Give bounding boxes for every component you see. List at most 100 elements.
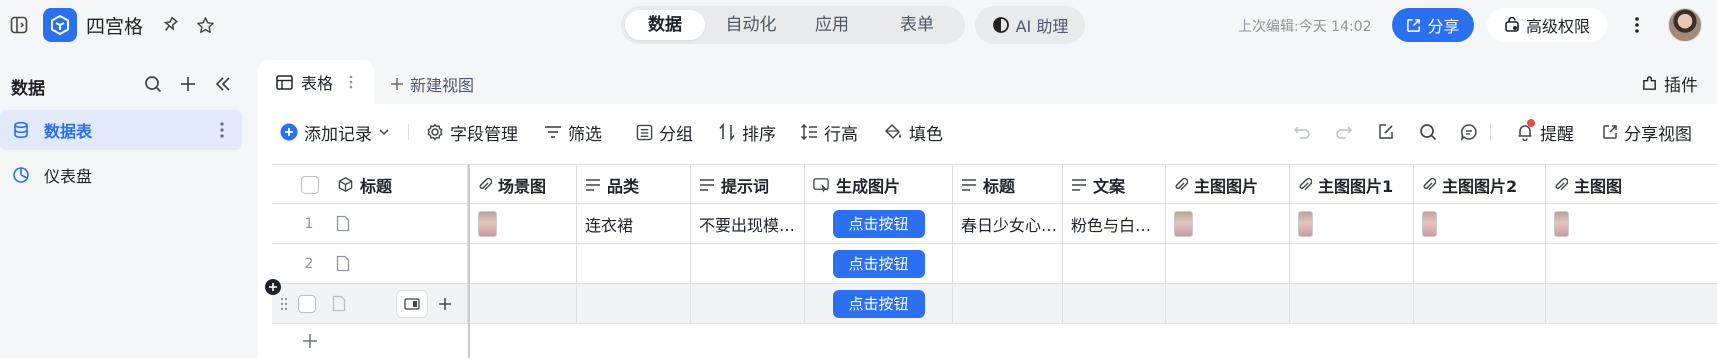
search-icon[interactable] xyxy=(1418,122,1438,142)
scene-image-cell[interactable] xyxy=(470,204,577,243)
scene-image-cell[interactable] xyxy=(470,244,577,283)
category-cell[interactable] xyxy=(577,284,691,323)
prompt-cell[interactable] xyxy=(691,244,805,283)
add-record-button[interactable]: 添加记录 xyxy=(280,120,390,145)
pin-icon[interactable] xyxy=(160,15,180,35)
top-bar: 四宫格 数据 自动化 应用 表单 AI 助理 上次编辑:今天 14:02 分享 … xyxy=(0,0,1717,50)
dashboard-icon xyxy=(12,166,30,184)
image-thumbnail[interactable] xyxy=(1422,210,1437,237)
row-primary-cell[interactable]: 2 xyxy=(272,244,468,283)
sort-button[interactable]: 排序 xyxy=(718,120,776,145)
copy-cell[interactable] xyxy=(1063,284,1166,323)
add-icon[interactable] xyxy=(178,74,198,94)
column-header-main-image[interactable]: 主图图片 xyxy=(1166,165,1290,204)
title-cell[interactable]: 春日少女心… xyxy=(953,204,1063,243)
expand-record-icon[interactable] xyxy=(396,289,428,318)
main-image-cell[interactable] xyxy=(1166,204,1290,243)
main-image-2-cell[interactable] xyxy=(1414,244,1546,283)
column-header-main-image-1[interactable]: 主图图片1 xyxy=(1290,165,1414,204)
tab-forms[interactable]: 表单 xyxy=(877,10,957,40)
new-view-button[interactable]: 新建视图 xyxy=(390,72,474,96)
column-header-category[interactable]: 品类 xyxy=(577,165,691,204)
click-button[interactable]: 点击按钮 xyxy=(832,249,925,278)
share-button[interactable]: 分享 xyxy=(1392,8,1474,42)
main-image-cell[interactable] xyxy=(1166,244,1290,283)
edit-icon[interactable] xyxy=(1376,122,1396,142)
main-image-3-cell[interactable] xyxy=(1546,204,1717,243)
main-image-1-cell[interactable] xyxy=(1290,284,1414,323)
prompt-cell[interactable] xyxy=(691,284,805,323)
image-thumbnail[interactable] xyxy=(1554,210,1569,237)
star-icon[interactable] xyxy=(195,15,215,35)
image-thumbnail[interactable] xyxy=(1298,210,1313,237)
column-header-title[interactable]: 标题 xyxy=(360,173,392,197)
prompt-cell[interactable]: 不要出现模… xyxy=(691,204,805,243)
sidebar-item-datatable[interactable]: 数据表 xyxy=(0,110,242,150)
plugin-button[interactable]: 插件 xyxy=(1641,71,1698,96)
tab-apps[interactable]: 应用 xyxy=(797,10,867,40)
select-all-checkbox[interactable] xyxy=(301,175,319,194)
fill-color-button[interactable]: 填色 xyxy=(884,120,943,145)
title-cell[interactable] xyxy=(953,284,1063,323)
copy-cell[interactable]: 粉色与白… xyxy=(1063,204,1166,243)
category-cell[interactable]: 连衣裙 xyxy=(577,204,691,243)
view-tab-bar: 表格 新建视图 插件 xyxy=(258,60,1717,104)
advanced-permission-button[interactable]: 高级权限 xyxy=(1487,8,1607,42)
document-icon xyxy=(336,215,350,232)
column-header-generate[interactable]: 生成图片 xyxy=(805,165,953,204)
main-image-2-cell[interactable] xyxy=(1414,204,1546,243)
filter-button[interactable]: 筛选 xyxy=(544,120,602,145)
bell-icon xyxy=(1516,119,1535,141)
title-cell[interactable] xyxy=(953,244,1063,283)
column-header-main-image-2[interactable]: 主图图片2 xyxy=(1414,165,1546,204)
row-primary-cell[interactable]: 1 xyxy=(272,204,468,243)
sidebar-toggle-icon[interactable] xyxy=(9,15,29,35)
avatar[interactable] xyxy=(1668,8,1702,42)
row-height-button[interactable]: 行高 xyxy=(800,120,858,145)
row-height-icon xyxy=(800,123,817,141)
add-row-button[interactable] xyxy=(272,324,468,358)
column-header-prompt[interactable]: 提示词 xyxy=(691,165,805,204)
category-cell[interactable] xyxy=(577,244,691,283)
main-image-cell[interactable] xyxy=(1166,284,1290,323)
tab-grid-view[interactable]: 表格 xyxy=(258,60,374,104)
tab-data[interactable]: 数据 xyxy=(625,10,705,40)
redo-icon[interactable] xyxy=(1334,122,1354,142)
main-image-1-cell[interactable] xyxy=(1290,204,1414,243)
insert-row-icon[interactable] xyxy=(265,279,281,295)
table-row[interactable]: 2 点击按钮 xyxy=(272,244,1717,284)
column-header-copy[interactable]: 文案 xyxy=(1063,165,1166,204)
column-header-main-image-3[interactable]: 主图图 xyxy=(1546,165,1717,204)
scene-image-cell[interactable] xyxy=(470,284,577,323)
table-row[interactable]: 1 连衣裙 不要出现模… 点击按钮 春日少女心… 粉色与白… xyxy=(272,204,1717,244)
row-primary-cell[interactable] xyxy=(272,284,468,323)
column-header-title2[interactable]: 标题 xyxy=(953,165,1063,204)
image-thumbnail[interactable] xyxy=(1174,210,1193,237)
share-view-button[interactable]: 分享视图 xyxy=(1602,120,1692,145)
group-button[interactable]: 分组 xyxy=(636,120,693,145)
app-logo xyxy=(43,8,77,42)
main-image-2-cell[interactable] xyxy=(1414,284,1546,323)
click-button[interactable]: 点击按钮 xyxy=(832,289,925,318)
sidebar-item-dashboard[interactable]: 仪表盘 xyxy=(0,155,242,195)
row-checkbox[interactable] xyxy=(298,294,316,313)
column-header-label: 场景图 xyxy=(498,176,547,196)
column-header-scene[interactable]: 场景图 xyxy=(470,165,577,204)
click-button[interactable]: 点击按钮 xyxy=(832,209,925,238)
comment-icon[interactable] xyxy=(1459,122,1479,142)
copy-cell[interactable] xyxy=(1063,244,1166,283)
main-image-3-cell[interactable] xyxy=(1546,244,1717,283)
collapse-icon[interactable] xyxy=(213,74,233,94)
tab-automation[interactable]: 自动化 xyxy=(713,10,789,40)
main-image-1-cell[interactable] xyxy=(1290,244,1414,283)
share-label: 分享 xyxy=(1427,17,1460,36)
undo-icon[interactable] xyxy=(1292,122,1312,142)
remind-button[interactable]: 提醒 xyxy=(1516,119,1574,145)
search-icon[interactable] xyxy=(143,74,163,94)
main-image-3-cell[interactable] xyxy=(1546,284,1717,323)
ai-assistant-button[interactable]: AI 助理 xyxy=(975,6,1085,44)
field-manage-button[interactable]: 字段管理 xyxy=(426,120,518,145)
image-thumbnail[interactable] xyxy=(478,210,497,237)
more-vertical-icon[interactable] xyxy=(1627,13,1647,37)
table-row[interactable]: 点击按钮 xyxy=(272,284,1717,324)
